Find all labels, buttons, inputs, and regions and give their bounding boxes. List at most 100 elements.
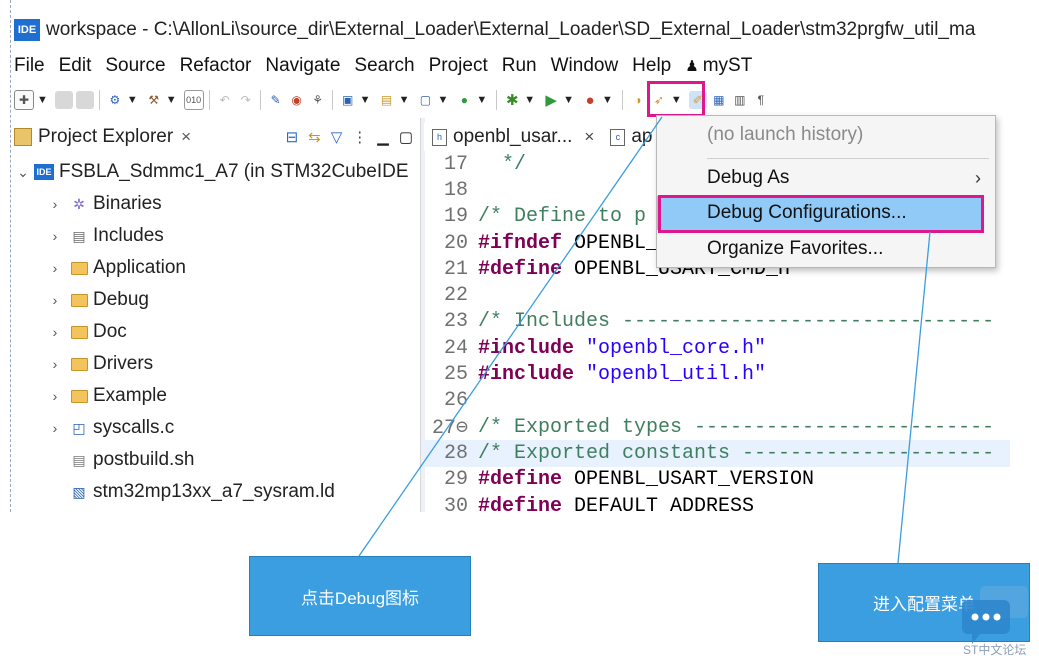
folder-shape xyxy=(70,261,88,275)
project-explorer-tab[interactable]: Project Explorer × ⊟ ⇆ ▽ ⋮ ▁ ▢ xyxy=(14,123,419,151)
collapsed-chevron-icon[interactable]: › xyxy=(46,356,64,372)
tree-root-project[interactable]: ⌄ IDE FSBLA_Sdmmc1_A7 (in STM32CubeIDE xyxy=(14,156,419,188)
code-text: /* Includes ----------------------------… xyxy=(478,310,995,334)
undo-icon[interactable]: ↶ xyxy=(216,91,234,109)
tree-item[interactable]: ▤ postbuild.sh xyxy=(46,444,419,476)
tree-item-label: Includes xyxy=(93,225,164,246)
tree-item-label: Debug xyxy=(93,289,149,310)
maximize-icon[interactable]: ▢ xyxy=(399,128,413,146)
menu-edit[interactable]: Edit xyxy=(59,55,92,77)
run-dropdown-icon[interactable]: ▼ xyxy=(563,94,574,106)
line-number: 25 xyxy=(443,363,468,387)
link-editor-icon[interactable]: ⇆ xyxy=(308,128,321,146)
menu-myst[interactable]: myST xyxy=(703,55,753,77)
build-config-dropdown-icon[interactable]: ▼ xyxy=(127,94,138,106)
collapsed-chevron-icon[interactable]: › xyxy=(46,324,64,340)
binary-icon[interactable]: 010 xyxy=(183,90,204,110)
tree-item-label: Binaries xyxy=(93,193,162,214)
line-number: 28 xyxy=(443,441,468,465)
debug-perspective-icon[interactable]: ◉ xyxy=(288,91,306,109)
collapse-all-icon[interactable]: ⊟ xyxy=(286,128,299,146)
new-file-dropdown-icon[interactable]: ▼ xyxy=(437,94,448,106)
show-whitespace-icon[interactable]: ▥ xyxy=(731,91,749,109)
build-dropdown-icon[interactable]: ▼ xyxy=(166,94,177,106)
line-number: 27⊖ xyxy=(431,417,468,441)
tree-item[interactable]: › ◰ syscalls.c xyxy=(46,412,419,444)
tree-item[interactable]: › Example xyxy=(46,380,419,412)
watermark-text: ST中文论坛 xyxy=(963,643,1027,657)
collapsed-chevron-icon[interactable]: › xyxy=(46,388,64,404)
pin-editor-icon[interactable]: ▦ xyxy=(710,91,728,109)
collapsed-chevron-icon[interactable]: › xyxy=(46,420,64,436)
new-folder-dropdown-icon[interactable]: ▼ xyxy=(399,94,410,106)
collapsed-chevron-icon[interactable]: › xyxy=(46,260,64,276)
line-number: 29 xyxy=(443,468,468,492)
expanded-chevron-icon[interactable]: ⌄ xyxy=(14,164,32,181)
minimize-icon[interactable]: ▁ xyxy=(377,128,389,146)
filter-icon[interactable]: ▽ xyxy=(331,128,343,146)
tree-item[interactable]: ▧ stm32mp13xx_a7_sysram.ld xyxy=(46,476,419,508)
save-all-icon[interactable] xyxy=(75,91,94,109)
window-title-bar: IDE workspace - C:\AllonLi\source_dir\Ex… xyxy=(14,14,1010,46)
tab-openbl-usart[interactable]: h openbl_usar... × xyxy=(424,123,603,151)
new-project-icon[interactable]: ▣ xyxy=(339,91,357,109)
close-icon[interactable]: × xyxy=(584,127,594,147)
toolbar-separator xyxy=(621,90,623,110)
collapsed-chevron-icon[interactable]: › xyxy=(46,196,64,212)
view-menu-icon[interactable]: ⋮ xyxy=(352,128,367,146)
menu-navigate[interactable]: Navigate xyxy=(265,55,340,77)
code-text: OPENBL_USART_VERSION xyxy=(562,468,815,492)
tree-item[interactable]: › ✲ Binaries xyxy=(46,188,419,220)
debug-dropdown-icon[interactable]: ▼ xyxy=(524,94,535,106)
external-tools-icon[interactable]: ● xyxy=(581,91,599,109)
paragraph-icon[interactable]: ¶ xyxy=(752,91,770,109)
c-file-icon: c xyxy=(610,128,626,146)
debug-bug-icon[interactable]: ✱ xyxy=(503,91,521,109)
tree-item[interactable]: › Drivers xyxy=(46,348,419,380)
open-perspective-icon[interactable]: ◑ xyxy=(629,91,647,109)
menu-item-debug-as[interactable]: Debug As › xyxy=(657,161,995,195)
new-class-icon[interactable]: ● xyxy=(455,91,473,109)
code-directive: #define xyxy=(478,257,563,281)
code-line: 25 #include "openbl_util.h" xyxy=(424,361,1010,387)
menu-refactor[interactable]: Refactor xyxy=(180,55,252,77)
save-icon[interactable] xyxy=(54,91,73,109)
run-icon[interactable]: ▶ xyxy=(542,91,560,109)
menu-project[interactable]: Project xyxy=(429,55,488,77)
external-tools-dropdown-icon[interactable]: ▼ xyxy=(602,94,613,106)
new-dropdown-icon[interactable]: ▼ xyxy=(37,94,48,106)
tab-ap[interactable]: c ap xyxy=(602,123,661,151)
folder-icon xyxy=(70,292,88,308)
new-file-icon[interactable]: ▢ xyxy=(416,91,434,109)
new-icon[interactable]: ✚ xyxy=(14,90,34,110)
menu-search[interactable]: Search xyxy=(354,55,414,77)
close-icon[interactable]: × xyxy=(181,127,191,147)
tree-item[interactable]: › Application xyxy=(46,252,419,284)
project-explorer-icon xyxy=(14,128,32,146)
menu-window[interactable]: Window xyxy=(551,55,619,77)
code-line: 26 xyxy=(424,388,1010,414)
tree-item[interactable]: › Debug xyxy=(46,284,419,316)
collapsed-chevron-icon[interactable]: › xyxy=(46,228,64,244)
folder-icon xyxy=(70,388,88,404)
folder-shape xyxy=(70,389,88,403)
menu-source[interactable]: Source xyxy=(105,55,165,77)
new-folder-icon[interactable]: ▤ xyxy=(378,91,396,109)
device-icon[interactable]: ⚘ xyxy=(309,91,327,109)
build-hammer-icon[interactable]: ⚒ xyxy=(145,91,163,109)
menu-run[interactable]: Run xyxy=(502,55,537,77)
line-number: 23 xyxy=(443,310,468,334)
code-text: /* Exported types ----------------------… xyxy=(478,415,995,439)
menu-file[interactable]: File xyxy=(14,55,45,77)
menu-item-organize-favorites[interactable]: Organize Favorites... xyxy=(657,232,995,266)
new-project-dropdown-icon[interactable]: ▼ xyxy=(360,94,371,106)
tree-item[interactable]: › Doc xyxy=(46,316,419,348)
menu-help[interactable]: Help xyxy=(632,55,671,77)
redo-icon[interactable]: ↷ xyxy=(237,91,255,109)
build-config-icon[interactable]: ⚙ xyxy=(106,91,124,109)
tree-item-label: syscalls.c xyxy=(93,417,175,438)
new-class-dropdown-icon[interactable]: ▼ xyxy=(476,94,487,106)
collapsed-chevron-icon[interactable]: › xyxy=(46,292,64,308)
tree-item[interactable]: › ▤ Includes xyxy=(46,220,419,252)
skip-breakpoints-icon[interactable]: ✎ xyxy=(267,91,285,109)
